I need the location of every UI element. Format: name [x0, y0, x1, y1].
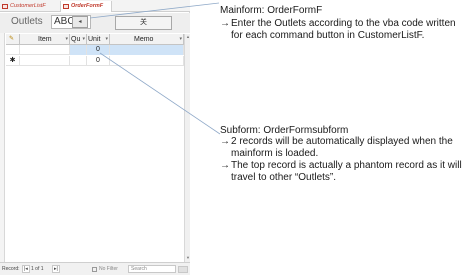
table-row[interactable]: 0	[6, 45, 184, 55]
filter-status[interactable]: No Filter	[99, 266, 118, 272]
tab-customerlistf[interactable]: CustomerListF	[0, 1, 60, 12]
cell-unit[interactable]: 0	[87, 56, 110, 66]
cell-qu[interactable]	[70, 45, 87, 55]
record-label: Record:	[2, 266, 20, 272]
scroll-up-icon[interactable]: ▲	[185, 34, 191, 41]
annotation-title: Subform: OrderFormsubform	[220, 125, 349, 136]
column-header-memo[interactable]: Memo ▾	[110, 34, 184, 45]
outlets-nav-button[interactable]: ◂	[72, 16, 88, 28]
scroll-down-icon[interactable]: ▼	[185, 255, 191, 262]
bullet-text: 2 records will be automatically displaye…	[231, 136, 453, 159]
annotation-title: Mainform: OrderFormF	[220, 5, 323, 16]
tab-orderformf[interactable]: OrderFormF	[60, 1, 112, 12]
record-selector-bar[interactable]	[0, 33, 5, 262]
record-navigation-bar: Record: |◂ 1 of 1 ▸| No Filter Search	[0, 262, 190, 275]
right-arrow-icon: →	[220, 136, 230, 147]
dropdown-arrow-icon[interactable]: ▾	[179, 34, 182, 45]
pencil-icon: ✎	[9, 36, 15, 42]
datasheet-header: ✎ Item ▾ Qu ▾ Unit ▾ Memo ▾	[6, 34, 184, 45]
mainform-annotation: Mainform: OrderFormF → Enter the Outlets…	[220, 5, 470, 42]
column-header-qu[interactable]: Qu ▾	[70, 34, 87, 45]
annotation-bullet: → Enter the Outlets according to the vba…	[220, 18, 470, 42]
mainform-header: Outlets ABC ◂ 关	[0, 13, 190, 33]
column-header-unit[interactable]: Unit ▾	[87, 34, 110, 45]
cell-qu[interactable]	[70, 56, 87, 66]
form-icon	[63, 4, 69, 9]
close-button[interactable]: 关	[115, 16, 172, 30]
tab-label: CustomerListF	[10, 3, 46, 9]
form-body	[0, 33, 190, 262]
column-label: Item	[38, 36, 52, 43]
header-selector[interactable]: ✎	[6, 34, 20, 45]
tab-label: OrderFormF	[71, 3, 104, 9]
record-position[interactable]: 1 of 1	[31, 266, 44, 272]
search-input[interactable]: Search	[128, 265, 176, 273]
right-arrow-icon: →	[220, 160, 230, 171]
column-label: Memo	[134, 36, 154, 43]
cell-item[interactable]	[20, 45, 70, 55]
last-record-button[interactable]: ▸|	[52, 265, 60, 273]
subform-annotation: Subform: OrderFormsubform → 2 records wi…	[220, 125, 472, 184]
first-record-button[interactable]: |◂	[22, 265, 30, 273]
bullet-text: The top record is actually a phantom rec…	[231, 160, 462, 183]
dropdown-arrow-icon[interactable]: ▾	[82, 34, 85, 45]
dropdown-arrow-icon[interactable]: ▾	[65, 34, 68, 45]
access-window: CustomerListF OrderFormF Outlets ABC ◂ 关…	[0, 0, 190, 275]
vertical-scrollbar[interactable]: ▲ ▼	[184, 34, 190, 262]
bullet-text: Enter the Outlets according to the vba c…	[231, 18, 456, 41]
form-icon	[2, 4, 8, 9]
cell-memo[interactable]	[110, 45, 184, 55]
column-header-item[interactable]: Item ▾	[20, 34, 70, 45]
cell-unit[interactable]: 0	[87, 45, 110, 55]
row-selector[interactable]	[6, 45, 20, 55]
filter-icon[interactable]	[92, 267, 97, 272]
cell-item[interactable]	[20, 56, 70, 66]
annotation-bullet: → 2 records will be automatically displa…	[220, 136, 472, 160]
new-record-icon[interactable]: ✱	[6, 56, 20, 66]
right-arrow-icon: →	[220, 18, 230, 29]
table-row[interactable]: ✱ 0	[6, 56, 184, 66]
outlets-label: Outlets	[11, 16, 43, 27]
cell-memo[interactable]	[110, 56, 184, 66]
document-tabs: CustomerListF OrderFormF	[0, 0, 190, 12]
column-label: Unit	[88, 36, 101, 43]
horizontal-scrollbar[interactable]	[178, 266, 188, 273]
annotation-bullet: → The top record is actually a phantom r…	[220, 160, 472, 184]
column-label: Qu	[71, 36, 81, 43]
dropdown-arrow-icon[interactable]: ▾	[105, 34, 108, 45]
